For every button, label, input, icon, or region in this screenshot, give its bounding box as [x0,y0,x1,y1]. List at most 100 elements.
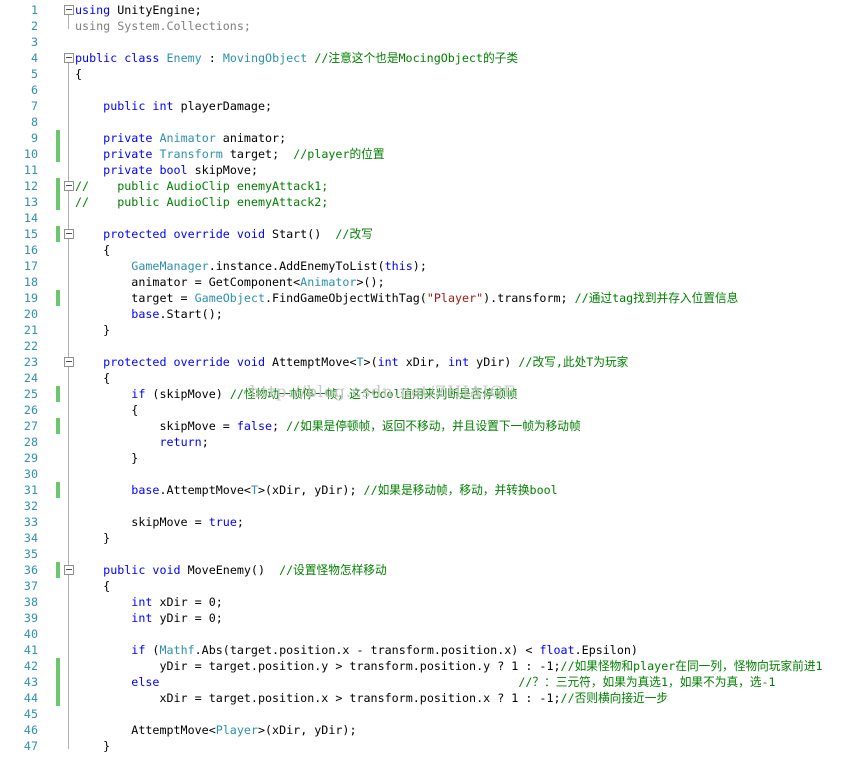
code-text: GameManager.instance.AddEnemyToList(this… [75,258,427,274]
code-line[interactable]: 10 private Transform target; //player的位置 [0,146,856,162]
code-line[interactable]: 38 int xDir = 0; [0,594,856,610]
code-line[interactable]: 15 protected override void Start() //改写 [0,226,856,242]
code-line[interactable]: 8 [0,114,856,130]
code-token: Player [215,723,258,737]
line-number: 44 [23,691,38,705]
code-line[interactable]: 40 [0,626,856,642]
line-number: 27 [23,419,38,433]
collapse-toggle-icon[interactable] [64,5,74,15]
code-token: .Abs(target.position.x - transform.posit… [194,643,540,657]
code-line[interactable]: 26 { [0,402,856,418]
code-token: //如果是停顿帧，返回不移动，并且设置下一帧为移动帧 [286,419,581,433]
change-marker [56,562,60,578]
collapse-toggle-icon[interactable] [64,53,74,63]
change-marker [56,674,60,690]
code-line[interactable]: 41 if (Mathf.Abs(target.position.x - tra… [0,642,856,658]
code-token: //改写,此处T为玩家 [518,355,629,369]
change-marker [56,194,60,210]
code-line[interactable]: 17 GameManager.instance.AddEnemyToList(t… [0,258,856,274]
code-token: { [75,371,111,385]
code-text: AttemptMove<Player>(xDir, yDir); [75,722,356,738]
code-token: //？：三元符，如果为真选1，如果不为真，选-1 [518,675,776,689]
code-line[interactable]: 22 [0,338,856,354]
code-line[interactable]: 44 xDir = target.position.x > transform.… [0,690,856,706]
code-text: } [75,450,138,466]
line-number: 40 [23,627,38,641]
code-token: } [75,531,111,545]
code-text: using UnityEngine; [75,2,202,18]
code-line[interactable]: 4 public class Enemy : MovingObject //注意这… [0,50,856,66]
code-line[interactable]: 47 } [0,738,856,754]
code-line[interactable]: 27 skipMove = false; //如果是停顿帧，返回不移动，并且设置… [0,418,856,434]
code-token: base [131,307,160,321]
code-line[interactable]: 36 public void MoveEnemy() //设置怪物怎样移动 [0,562,856,578]
code-token: { [75,579,111,593]
collapse-toggle-icon[interactable] [64,357,74,367]
code-line[interactable]: 46 AttemptMove<Player>(xDir, yDir); [0,722,856,738]
code-text: skipMove = false; //如果是停顿帧，返回不移动，并且设置下一帧… [75,418,581,434]
code-line[interactable]: 33 skipMove = true; [0,514,856,530]
code-token: .AttemptMove< [159,483,251,497]
code-line[interactable]: 29 } [0,450,856,466]
code-token: // public AudioClip enemyAttack1; [75,179,329,193]
code-line[interactable]: 5{ [0,66,856,82]
code-editor[interactable]: 1 using UnityEngine; 2 using System.Collect… [0,0,856,760]
code-line[interactable]: 3 [0,34,856,50]
code-line[interactable]: 2 using System.Collections; [0,18,856,34]
code-line[interactable]: 31 base.AttemptMove<T>(xDir, yDir); //如果… [0,482,856,498]
code-line[interactable]: 30 [0,466,856,482]
code-line[interactable]: 37 { [0,578,856,594]
code-line[interactable]: 14 [0,210,856,226]
code-token: xDir = 0; [152,595,223,609]
code-line[interactable]: 18 animator = GetComponent<Animator>(); [0,274,856,290]
code-token: AttemptMove< [265,355,357,369]
line-number: 30 [23,467,38,481]
code-token: int [131,611,153,625]
line-number: 1 [30,3,38,17]
line-number: 45 [23,707,38,721]
code-line[interactable]: 21 } [0,322,856,338]
code-token: T [250,483,258,497]
code-line[interactable]: 28 return; [0,434,856,450]
line-number: 12 [23,179,38,193]
collapse-toggle-icon[interactable] [64,229,74,239]
code-line[interactable]: 45 [0,706,856,722]
code-line[interactable]: 11 private bool skipMove; [0,162,856,178]
code-line[interactable]: 13 // public AudioClip enemyAttack2; [0,194,856,210]
code-line[interactable]: 32 [0,498,856,514]
code-text: base.AttemptMove<T>(xDir, yDir); //如果是移动… [75,482,557,498]
collapse-toggle-icon[interactable] [64,565,74,575]
code-token: public void [103,563,181,577]
code-token: >(xDir, yDir); [257,723,357,737]
code-line[interactable]: 6 [0,82,856,98]
code-line[interactable]: 34 } [0,530,856,546]
collapse-toggle-icon[interactable] [64,181,74,191]
code-text: target = GameObject.FindGameObjectWithTa… [75,290,738,306]
code-token: ); [412,259,427,273]
line-number: 17 [23,259,38,273]
code-line[interactable]: 42 yDir = target.position.y > transform.… [0,658,856,674]
code-token: { [75,403,139,417]
code-line[interactable]: 1 using UnityEngine; [0,2,856,18]
code-line[interactable]: 43 else //？：三元符，如果为真选1，如果不为真，选-1 [0,674,856,690]
code-line[interactable]: 23 protected override void AttemptMove<T… [0,354,856,370]
code-line[interactable]: 20 base.Start(); [0,306,856,322]
code-line[interactable]: 19 target = GameObject.FindGameObjectWit… [0,290,856,306]
code-token: >( [363,355,378,369]
code-line[interactable]: 35 [0,546,856,562]
code-line[interactable]: 39 int yDir = 0; [0,610,856,626]
code-line[interactable]: 16 { [0,242,856,258]
code-line[interactable]: 12 // public AudioClip enemyAttack1; [0,178,856,194]
line-number: 16 [23,243,38,257]
code-text: public class Enemy : MovingObject //注意这个… [75,50,518,66]
code-token: MovingObject [222,51,308,65]
code-line[interactable]: 9 private Animator animator; [0,130,856,146]
code-token: using System.Collections; [75,19,251,33]
code-line[interactable]: 7 public int playerDamage; [0,98,856,114]
code-text: { [75,370,110,386]
